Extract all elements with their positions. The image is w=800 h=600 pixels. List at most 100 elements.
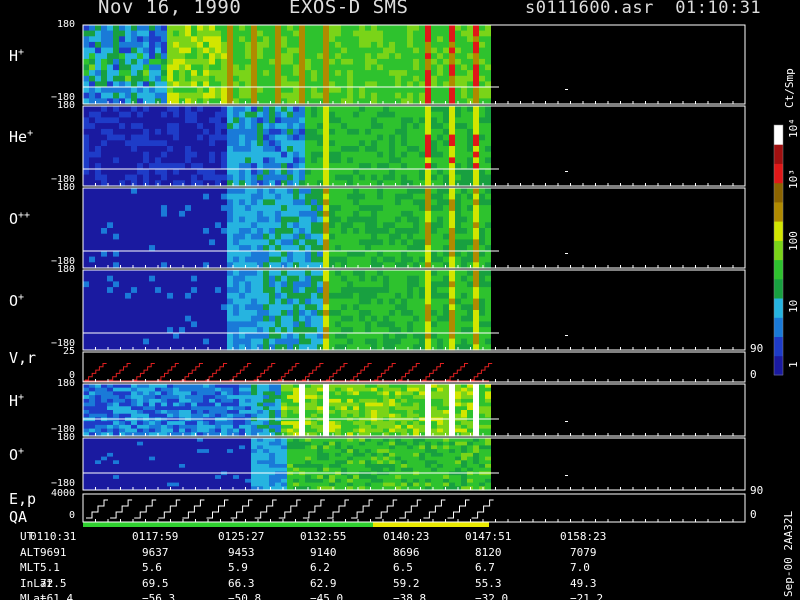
heatmap-cell xyxy=(281,193,287,200)
heatmap-cell xyxy=(143,70,149,77)
heatmap-cell xyxy=(371,228,377,235)
heatmap-cell xyxy=(395,287,401,294)
heatmap-cell xyxy=(299,270,305,277)
heatmap-cell xyxy=(203,275,209,282)
heatmap-cell xyxy=(467,398,473,404)
heatmap-cell xyxy=(239,168,245,176)
heatmap-cell xyxy=(299,402,305,407)
heatmap-cell xyxy=(131,134,137,141)
heatmap-cell xyxy=(419,424,425,430)
heatmap-cell xyxy=(377,188,383,195)
heatmap-cell xyxy=(107,75,113,82)
heatmap-cell xyxy=(155,87,161,94)
heatmap-cell xyxy=(221,417,227,422)
heatmap-cell xyxy=(371,210,377,218)
heatmap-cell xyxy=(251,36,257,43)
heatmap-cell xyxy=(341,417,347,422)
heatmap-cell xyxy=(101,47,107,54)
heatmap-cell xyxy=(179,233,185,240)
heatmap-cell xyxy=(377,163,383,170)
heatmap-cell xyxy=(215,395,221,400)
heatmap-cell xyxy=(341,298,347,305)
heatmap-cell xyxy=(107,163,113,170)
heatmap-cell xyxy=(155,123,161,130)
heatmap-cell xyxy=(185,275,191,282)
heatmap-cell xyxy=(167,146,173,153)
heatmap-cell xyxy=(401,47,407,54)
heatmap-cell xyxy=(467,199,473,206)
heatmap-cell xyxy=(185,384,191,389)
heatmap-cell xyxy=(377,298,383,305)
heatmap-cell xyxy=(431,398,437,404)
heatmap-cell xyxy=(401,92,407,99)
heatmap-cell xyxy=(167,188,173,195)
heatmap-cell xyxy=(179,168,185,176)
heatmap-cell xyxy=(455,298,461,305)
heatmap-cell xyxy=(335,298,341,305)
heatmap-cell xyxy=(251,315,257,322)
heatmap-cell xyxy=(485,398,491,404)
heatmap-cell xyxy=(155,281,161,288)
heatmap-cell xyxy=(437,222,443,229)
heatmap-cell xyxy=(347,123,353,130)
heatmap-cell xyxy=(131,475,137,480)
heatmap-cell xyxy=(425,205,431,212)
heatmap-cell xyxy=(101,417,107,422)
heatmap-cell xyxy=(347,321,353,328)
heatmap-cell xyxy=(341,398,347,404)
heatmap-cell xyxy=(227,321,233,328)
heatmap-cell xyxy=(431,338,437,345)
heatmap-cell xyxy=(137,315,143,322)
heatmap-cell xyxy=(95,64,101,71)
heatmap-cell xyxy=(203,25,209,32)
heatmap-cell xyxy=(353,298,359,305)
heatmap-cell xyxy=(359,216,365,223)
heatmap-cell xyxy=(125,174,131,181)
heatmap-cell xyxy=(383,321,389,328)
heatmap-cell xyxy=(131,128,137,136)
heatmap-cell xyxy=(107,406,113,411)
heatmap-cell xyxy=(203,64,209,71)
heatmap-cell xyxy=(221,30,227,37)
heatmap-cell xyxy=(371,321,377,328)
heatmap-cell xyxy=(227,222,233,229)
heatmap-cell xyxy=(215,199,221,206)
heatmap-cell xyxy=(395,205,401,212)
heatmap-cell xyxy=(473,250,479,258)
heatmap-cell xyxy=(305,58,311,66)
heatmap-cell xyxy=(485,128,491,136)
heatmap-cell xyxy=(359,387,365,392)
heatmap-cell xyxy=(281,315,287,322)
heatmap-cell xyxy=(83,287,89,294)
heatmap-cell xyxy=(119,75,125,82)
heatmap-cell xyxy=(257,210,263,218)
heatmap-cell xyxy=(485,47,491,54)
heatmap-cell xyxy=(341,140,347,147)
heatmap-cell xyxy=(281,174,287,181)
heatmap-cell xyxy=(257,140,263,147)
heatmap-cell xyxy=(485,199,491,206)
heatmap-cell xyxy=(155,205,161,212)
heatmap-cell xyxy=(395,70,401,77)
heatmap-cell xyxy=(341,146,347,153)
heatmap-cell xyxy=(131,216,137,223)
heatmap-cell xyxy=(311,327,317,334)
heatmap-cell xyxy=(311,157,317,164)
heatmap-cell xyxy=(107,456,113,461)
heatmap-cell xyxy=(191,36,197,43)
heatmap-cell xyxy=(461,417,467,422)
heatmap-cell xyxy=(299,47,305,54)
heatmap-cell xyxy=(479,216,485,223)
heatmap-cell xyxy=(113,188,119,195)
heatmap-cell xyxy=(485,53,491,60)
heatmap-cell xyxy=(257,250,263,258)
heatmap-cell xyxy=(107,41,113,49)
heatmap-cell xyxy=(317,163,323,170)
heatmap-cell xyxy=(431,228,437,235)
heatmap-cell xyxy=(389,228,395,235)
heatmap-cell xyxy=(347,47,353,54)
heatmap-cell xyxy=(455,134,461,141)
heatmap-cell xyxy=(149,441,155,446)
heatmap-cell xyxy=(455,123,461,130)
heatmap-cell xyxy=(227,75,233,82)
